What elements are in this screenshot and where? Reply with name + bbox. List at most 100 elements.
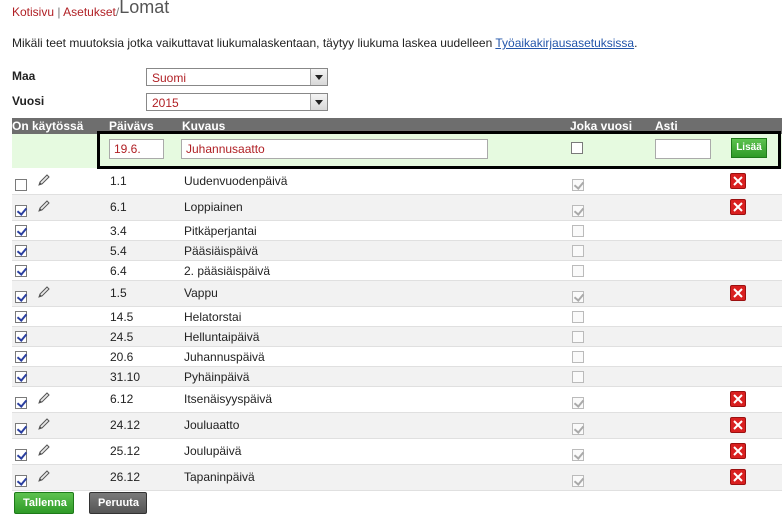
- row-date: 31.10: [110, 370, 141, 384]
- country-label: Maa: [12, 69, 36, 83]
- pencil-icon[interactable]: [36, 284, 52, 300]
- row-description: Pitkäperjantai: [184, 224, 257, 238]
- year-label: Vuosi: [12, 94, 45, 108]
- enabled-checkbox[interactable]: [15, 291, 27, 303]
- country-select-value: Suomi: [152, 71, 187, 85]
- enabled-checkbox[interactable]: [15, 449, 27, 461]
- row-description: Juhannuspäivä: [184, 350, 265, 364]
- row-description: Itsenäisyyspäivä: [184, 392, 273, 406]
- enabled-checkbox[interactable]: [15, 311, 27, 323]
- row-date: 20.6: [110, 350, 134, 364]
- row-description: Pyhäinpäivä: [184, 370, 250, 384]
- country-select[interactable]: Suomi: [146, 68, 328, 86]
- enabled-checkbox[interactable]: [15, 331, 27, 343]
- table-row: 24.5 Helluntaipäivä: [12, 327, 782, 347]
- pencil-icon[interactable]: [36, 390, 52, 406]
- breadcrumb: Kotisivu | Asetukset/Lomat: [12, 0, 169, 20]
- row-date: 25.12: [110, 444, 141, 458]
- table-row: 6.12 Itsenäisyyspäivä: [12, 387, 782, 413]
- yearly-checkbox: [572, 423, 584, 435]
- table-row: 6.4 2. pääsiäispäivä: [12, 261, 782, 281]
- pencil-icon[interactable]: [36, 468, 52, 484]
- row-date: 24.12: [110, 418, 141, 432]
- table-row: 1.5 Vappu: [12, 281, 782, 307]
- row-description: Joulupäivä: [184, 444, 242, 458]
- row-description: Tapaninpäivä: [184, 470, 255, 484]
- highlight-box: [97, 131, 781, 169]
- table-row: 14.5 Helatorstai: [12, 307, 782, 327]
- table-row: 31.10 Pyhäinpäivä: [12, 367, 782, 387]
- row-description: Loppiainen: [184, 200, 243, 214]
- yearly-checkbox: [572, 397, 584, 409]
- delete-icon[interactable]: [730, 199, 746, 215]
- row-description: Jouluaatto: [184, 418, 240, 432]
- pencil-icon[interactable]: [36, 172, 52, 188]
- yearly-checkbox: [572, 449, 584, 461]
- row-description: Helatorstai: [184, 310, 242, 324]
- enabled-checkbox[interactable]: [15, 205, 27, 217]
- table-row: 6.1 Loppiainen: [12, 195, 782, 221]
- enabled-checkbox[interactable]: [15, 397, 27, 409]
- cancel-button[interactable]: Peruuta: [89, 492, 147, 514]
- yearly-checkbox: [572, 291, 584, 303]
- table-row: 25.12 Joulupäivä: [12, 439, 782, 465]
- row-description: Helluntaipäivä: [184, 330, 260, 344]
- table-row: 20.6 Juhannuspäivä: [12, 347, 782, 367]
- enabled-checkbox[interactable]: [15, 265, 27, 277]
- yearly-checkbox: [572, 371, 584, 383]
- save-button[interactable]: Tallenna: [14, 492, 74, 514]
- pencil-icon[interactable]: [36, 198, 52, 214]
- breadcrumb-home-link[interactable]: Kotisivu: [12, 5, 54, 19]
- row-description: 2. pääsiäispäivä: [184, 264, 271, 278]
- table-row: 1.1 Uudenvuodenpäivä: [12, 169, 782, 195]
- delete-icon[interactable]: [730, 391, 746, 407]
- pencil-icon[interactable]: [36, 416, 52, 432]
- yearly-checkbox: [572, 311, 584, 323]
- recalculation-notice: Mikäli teet muutoksia jotka vaikuttavat …: [12, 36, 637, 50]
- yearly-checkbox: [572, 475, 584, 487]
- enabled-checkbox[interactable]: [15, 475, 27, 487]
- row-date: 1.5: [110, 286, 127, 300]
- delete-icon[interactable]: [730, 417, 746, 433]
- yearly-checkbox: [572, 351, 584, 363]
- enabled-checkbox[interactable]: [15, 423, 27, 435]
- row-date: 6.1: [110, 200, 127, 214]
- table-row: 3.4 Pitkäperjantai: [12, 221, 782, 241]
- row-description: Uudenvuodenpäivä: [184, 174, 288, 188]
- table-row: 24.12 Jouluaatto: [12, 413, 782, 439]
- delete-icon[interactable]: [730, 469, 746, 485]
- delete-icon[interactable]: [730, 173, 746, 189]
- page-title: Lomat: [119, 0, 170, 17]
- chevron-down-icon[interactable]: [310, 94, 327, 110]
- enabled-checkbox[interactable]: [15, 351, 27, 363]
- header-enabled: On käytössä: [12, 119, 84, 133]
- yearly-checkbox: [572, 331, 584, 343]
- breadcrumb-separator: |: [57, 5, 61, 19]
- yearly-checkbox: [572, 205, 584, 217]
- row-date: 14.5: [110, 310, 134, 324]
- delete-icon[interactable]: [730, 285, 746, 301]
- enabled-checkbox[interactable]: [15, 371, 27, 383]
- yearly-checkbox: [572, 225, 584, 237]
- enabled-checkbox[interactable]: [15, 225, 27, 237]
- row-date: 6.4: [110, 264, 127, 278]
- delete-icon[interactable]: [730, 443, 746, 459]
- row-date: 1.1: [110, 174, 127, 188]
- pencil-icon[interactable]: [36, 442, 52, 458]
- year-select[interactable]: 2015: [146, 93, 328, 111]
- table-row: 26.12 Tapaninpäivä: [12, 465, 782, 491]
- enabled-checkbox[interactable]: [15, 245, 27, 257]
- time-settings-link[interactable]: Työaikakirjausasetuksissa: [495, 36, 634, 50]
- row-date: 5.4: [110, 244, 127, 258]
- enabled-checkbox[interactable]: [15, 179, 27, 191]
- row-date: 24.5: [110, 330, 134, 344]
- notice-text: Mikäli teet muutoksia jotka vaikuttavat …: [12, 36, 496, 50]
- table-row: 5.4 Pääsiäispäivä: [12, 241, 782, 261]
- chevron-down-icon[interactable]: [310, 69, 327, 85]
- row-date: 26.12: [110, 470, 141, 484]
- row-description: Pääsiäispäivä: [184, 244, 259, 258]
- row-date: 3.4: [110, 224, 127, 238]
- year-select-value: 2015: [152, 96, 179, 110]
- breadcrumb-settings-link[interactable]: Asetukset: [63, 5, 116, 19]
- yearly-checkbox: [572, 245, 584, 257]
